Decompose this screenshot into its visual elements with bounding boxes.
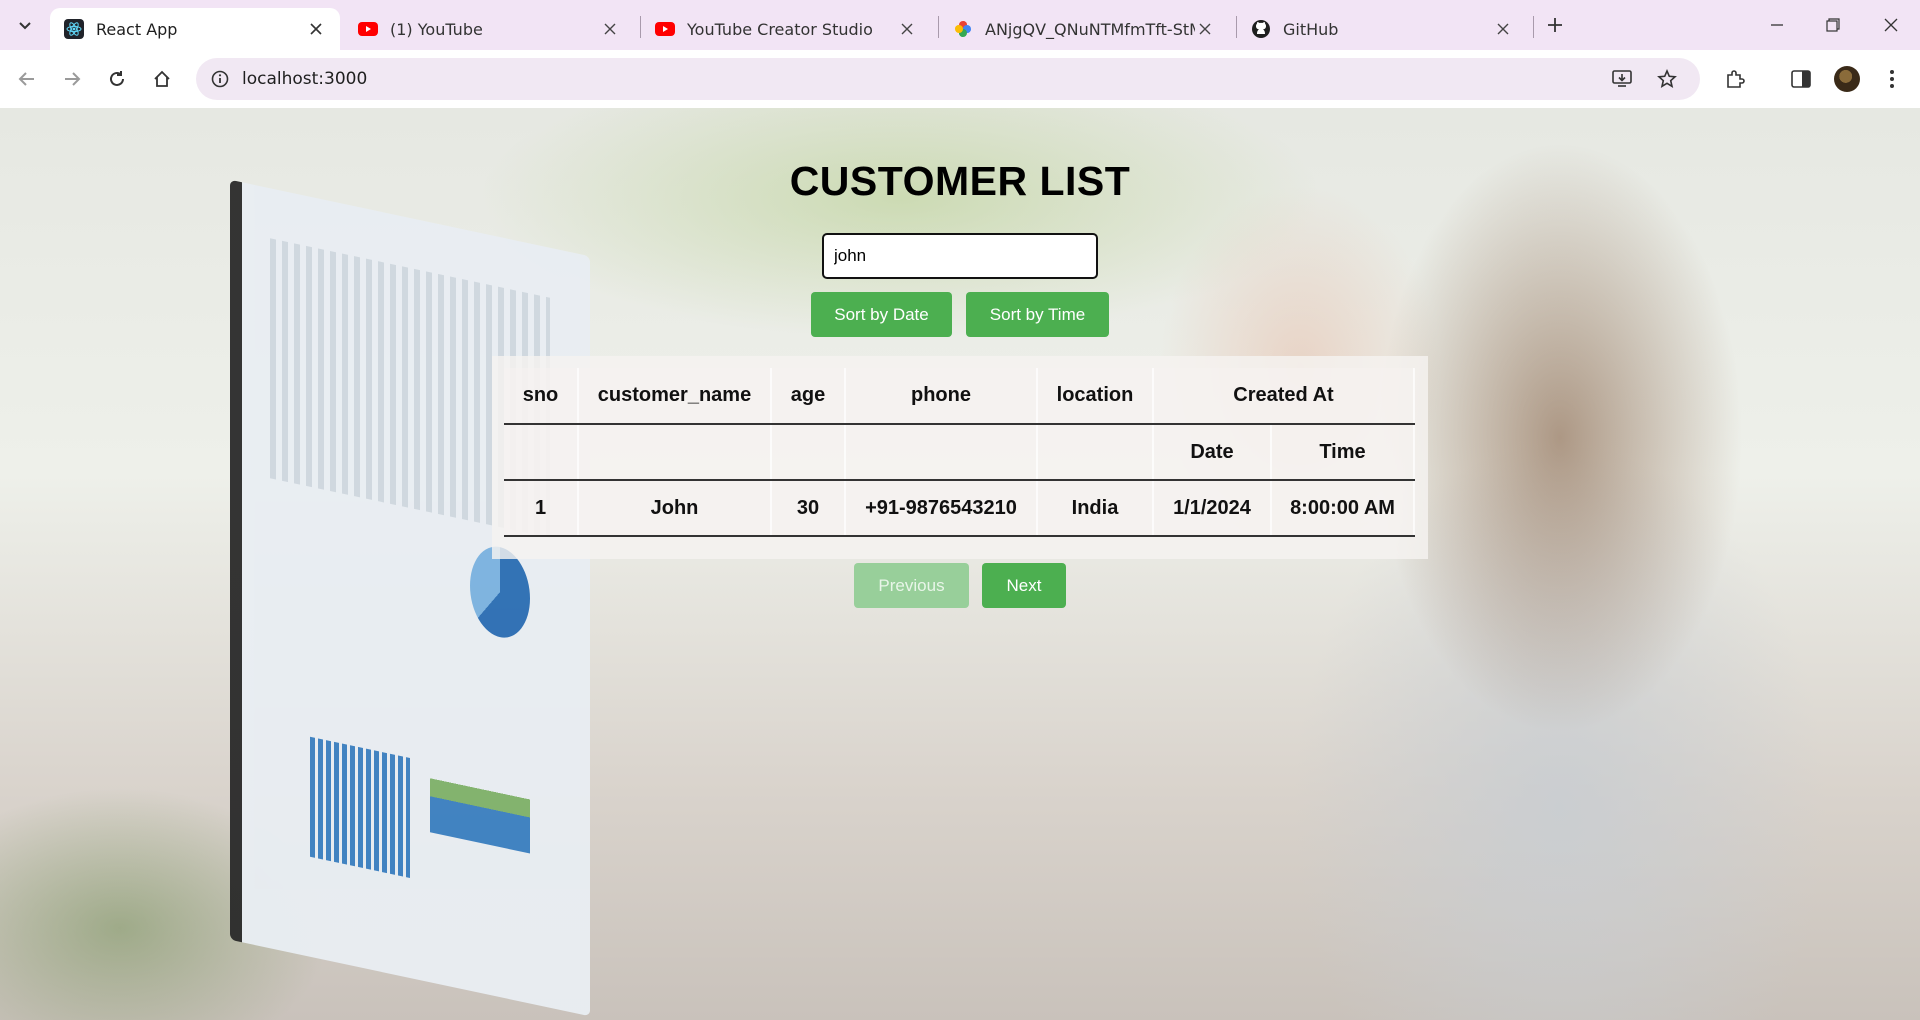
close-tab-icon[interactable] xyxy=(1195,19,1215,39)
customer-list-app: CUSTOMER LIST Sort by Date Sort by Time … xyxy=(0,108,1920,1020)
tab-youtube[interactable]: (1) YouTube xyxy=(344,8,634,50)
header-customer-name: customer_name xyxy=(578,368,772,425)
side-panel-button[interactable] xyxy=(1784,62,1818,96)
header-location: location xyxy=(1037,368,1154,425)
arrow-left-icon xyxy=(18,72,34,86)
previous-button[interactable]: Previous xyxy=(854,563,969,608)
header-age: age xyxy=(771,368,846,425)
address-bar[interactable]: localhost:3000 xyxy=(196,58,1700,100)
table-header-row: sno customer_name age phone location Cre… xyxy=(504,368,1415,425)
install-app-button[interactable] xyxy=(1606,63,1638,95)
header-created-at: Created At xyxy=(1153,368,1415,425)
tab-youtube-creator-studio[interactable]: YouTube Creator Studio xyxy=(641,8,931,50)
search-input[interactable] xyxy=(822,233,1098,279)
install-icon xyxy=(1612,70,1632,87)
table-row: 1 John 30 +91-9876543210 India 1/1/2024 … xyxy=(504,480,1415,537)
cell-location: India xyxy=(1037,480,1154,537)
site-info-button[interactable] xyxy=(204,63,236,95)
restore-button[interactable] xyxy=(1810,8,1856,42)
star-icon xyxy=(1657,69,1677,88)
close-tab-icon[interactable] xyxy=(306,19,326,39)
page-viewport: CUSTOMER LIST Sort by Date Sort by Time … xyxy=(0,108,1920,1020)
cell-age: 30 xyxy=(771,480,846,537)
bookmark-button[interactable] xyxy=(1651,63,1683,95)
home-button[interactable] xyxy=(145,62,179,96)
tab-title: ANjgQV_QNuNTMfmTft-StMoy xyxy=(985,19,1195,39)
close-window-button[interactable] xyxy=(1868,8,1914,42)
subheader-empty xyxy=(504,424,579,481)
tab-search-button[interactable] xyxy=(8,8,42,42)
tab-title: React App xyxy=(96,19,178,39)
subheader-empty xyxy=(845,424,1038,481)
github-icon xyxy=(1251,19,1271,39)
close-tab-icon[interactable] xyxy=(600,19,620,39)
close-tab-icon[interactable] xyxy=(897,19,917,39)
tab-title: (1) YouTube xyxy=(390,19,483,39)
tab-github[interactable]: GitHub xyxy=(1237,8,1527,50)
subheader-empty xyxy=(771,424,846,481)
tab-title: YouTube Creator Studio xyxy=(687,19,873,39)
cell-phone: +91-9876543210 xyxy=(845,480,1038,537)
youtube-icon xyxy=(358,19,378,39)
tab-title: GitHub xyxy=(1283,19,1339,39)
chevron-down-icon xyxy=(19,22,31,30)
back-button[interactable] xyxy=(10,62,44,96)
arrow-right-icon xyxy=(65,72,81,86)
cell-time: 8:00:00 AM xyxy=(1271,480,1415,537)
forward-button[interactable] xyxy=(55,62,89,96)
menu-button[interactable] xyxy=(1875,62,1909,96)
cell-sno: 1 xyxy=(504,480,579,537)
sort-by-date-button[interactable]: Sort by Date xyxy=(811,292,952,337)
info-icon xyxy=(211,70,229,88)
table-container: sno customer_name age phone location Cre… xyxy=(492,356,1428,559)
cell-date: 1/1/2024 xyxy=(1153,480,1272,537)
table-subheader-row: Date Time xyxy=(504,424,1415,481)
new-tab-button[interactable] xyxy=(1541,11,1569,39)
restore-icon xyxy=(1826,18,1840,32)
puzzle-icon xyxy=(1727,70,1745,88)
avatar xyxy=(1834,66,1860,92)
tab-google-photos[interactable]: ANjgQV_QNuNTMfmTft-StMoy xyxy=(939,8,1229,50)
customer-table: sno customer_name age phone location Cre… xyxy=(504,368,1415,537)
page-title: CUSTOMER LIST xyxy=(789,158,1131,204)
react-icon xyxy=(64,19,84,39)
minimize-button[interactable] xyxy=(1754,8,1800,42)
header-time: Time xyxy=(1271,424,1415,481)
profile-button[interactable] xyxy=(1830,62,1864,96)
sort-by-time-button[interactable]: Sort by Time xyxy=(966,292,1109,337)
subheader-empty xyxy=(1037,424,1154,481)
google-photos-icon xyxy=(953,19,973,39)
youtube-studio-icon xyxy=(655,19,675,39)
extensions-button[interactable] xyxy=(1718,62,1752,96)
header-phone: phone xyxy=(845,368,1038,425)
subheader-empty xyxy=(578,424,772,481)
minimize-icon xyxy=(1771,24,1783,26)
url-text: localhost:3000 xyxy=(242,69,368,89)
side-panel-icon xyxy=(1791,70,1811,88)
more-vert-icon xyxy=(1890,70,1894,88)
close-tab-icon[interactable] xyxy=(1493,19,1513,39)
browser-toolbar: localhost:3000 xyxy=(0,50,1920,108)
tab-strip: React App (1) YouTube YouTube Creator St… xyxy=(0,0,1920,50)
cell-customer-name: John xyxy=(578,480,772,537)
close-icon xyxy=(1884,18,1898,32)
tab-react-app[interactable]: React App xyxy=(50,8,340,50)
tab-separator xyxy=(1533,16,1534,38)
home-icon xyxy=(154,70,170,87)
plus-icon xyxy=(1548,18,1562,32)
header-sno: sno xyxy=(504,368,579,425)
next-button[interactable]: Next xyxy=(982,563,1066,608)
header-date: Date xyxy=(1153,424,1272,481)
reload-button[interactable] xyxy=(100,62,134,96)
reload-icon xyxy=(110,71,124,86)
